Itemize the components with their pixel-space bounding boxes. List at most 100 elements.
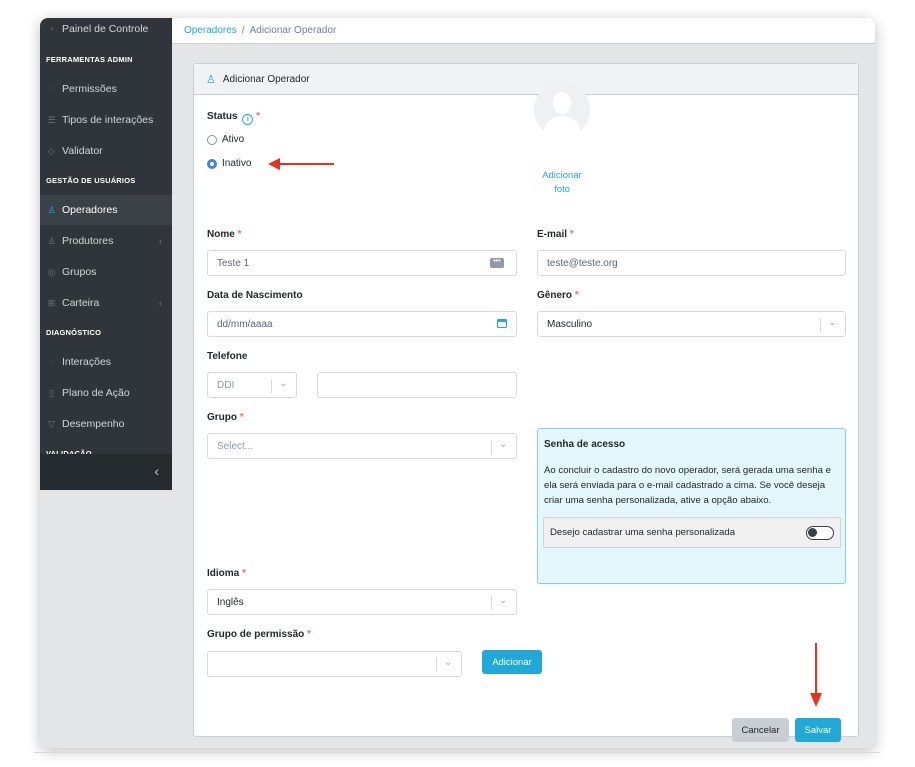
nascimento-label: Data de Nascimento [207,290,303,301]
sidebar-item-label: Produtores [62,235,114,247]
select-divider [491,440,492,454]
dashboard-icon: ◔ [48,24,55,34]
chevron-left-icon: ‹ [159,236,162,246]
ddi-value: DDI [217,379,235,391]
sidebar-item-label: Interações [62,356,112,368]
sidebar-item-operadores[interactable]: ♙ Operadores [40,195,172,225]
sidebar: ◔ Painel de Controle FERRAMENTAS ADMIN ◌… [40,18,172,490]
select-divider [271,379,272,393]
thumbs-up-icon: ◇ [48,145,55,156]
chevron-down-icon: ⌄ [279,378,288,389]
sidebar-item-carteira[interactable]: ⊞ Carteira ‹ [40,288,172,318]
status-inativo-radio[interactable] [207,159,217,169]
annotation-arrow-left [268,158,334,170]
chevron-down-icon: ⌄ [444,657,453,668]
sidebar-item-interacoes[interactable]: ◌ Interações [40,347,172,377]
annotation-arrow-down [810,643,822,707]
calendar-icon[interactable] [497,319,507,328]
email-value: teste@teste.org [547,257,618,269]
nome-label: Nome * [207,229,242,240]
email-input[interactable]: teste@teste.org [537,250,846,276]
custom-password-toggle[interactable] [806,526,834,540]
app-window: ◔ Painel de Controle FERRAMENTAS ADMIN ◌… [40,18,875,748]
sidebar-item-produtores[interactable]: ♙ Produtores ‹ [40,226,172,256]
sidebar-item-validator[interactable]: ◇ Validator [40,136,172,166]
sidebar-item-desempenho[interactable]: ▽ Desempenho [40,409,172,439]
grupo-label: Grupo * [207,412,244,423]
info-icon[interactable]: i [242,114,254,125]
chevron-down-icon: ⌄ [499,595,508,606]
toggle-knob [808,528,817,537]
breadcrumb-separator: / [241,25,245,36]
breadcrumb: Operadores / Adicionar Operador [172,18,875,44]
add-permission-group-button[interactable]: Adicionar [482,650,542,674]
select-divider [436,658,437,672]
card-title: Adicionar Operador [222,73,310,85]
status-ativo-label: Ativo [222,134,245,145]
sidebar-item-label: Grupos [62,266,97,278]
cancel-button[interactable]: Cancelar [732,718,789,742]
breadcrumb-current: Adicionar Operador [249,25,337,36]
users-icon: ♙ [47,235,56,246]
nascimento-placeholder: dd/mm/aaaa [217,318,273,330]
save-button[interactable]: Salvar [795,718,841,742]
nascimento-input[interactable]: dd/mm/aaaa [207,311,517,337]
telefone-input[interactable] [317,372,517,398]
custom-password-label: Desejo cadastrar uma senha personalizada [550,527,736,538]
idioma-select[interactable]: Inglês ⌄ [207,589,517,615]
grupo-permissao-select[interactable]: ⌄ [207,651,462,677]
grupo-placeholder: Select... [217,440,254,452]
sidebar-item-label: Tipos de interações [62,114,154,126]
chevron-down-icon: ⌄ [828,317,837,328]
breadcrumb-link-operadores[interactable]: Operadores [184,25,237,36]
sitemap-icon: ⊞ [47,297,56,308]
card-header: ♙ Adicionar Operador [194,64,858,95]
nome-input[interactable]: Teste 1 ••• [207,250,517,276]
genero-select[interactable]: Masculino ⌄ [537,311,846,337]
sidebar-footer: ‹ [40,454,172,490]
chevron-down-icon: ⌄ [499,439,508,450]
sidebar-item-grupos[interactable]: ◎ Grupos [40,257,172,287]
check-circle-icon: ◌ [48,84,55,94]
sidebar-item-plano-acao[interactable]: ▯ Plano de Ação [40,378,172,408]
nome-value: Teste 1 [217,257,250,269]
sidebar-item-label: Plano de Ação [62,387,130,399]
genero-value: Masculino [547,318,593,330]
email-label: E-mail * [537,229,574,240]
trophy-icon: ▽ [48,418,55,429]
add-photo-link-line1[interactable]: Adicionar [532,170,592,181]
add-operator-card: ♙ Adicionar Operador Status i * Ativo In… [193,63,859,742]
password-box-title: Senha de acesso [544,439,626,450]
list-icon: ☰ [47,114,56,125]
chat-icon: ◌ [48,357,55,367]
sidebar-item-label: Painel de Controle [62,23,149,35]
ddi-select[interactable]: DDI ⌄ [207,372,297,398]
sidebar-item-label: Desempenho [62,418,125,430]
password-box-text: Ao concluir o cadastro do novo operador,… [544,465,831,506]
page-divider [34,752,880,753]
sidebar-item-tipos-interacoes[interactable]: ☰ Tipos de interações [40,105,172,135]
telefone-label: Telefone [207,351,248,362]
add-photo-link-line2[interactable]: foto [532,184,592,195]
sidebar-item-label: Permissões [62,83,117,95]
password-info-box: Senha de acesso Ao concluir o cadastro d… [537,428,846,584]
idioma-label: Idioma * [207,568,246,579]
status-ativo-radio[interactable] [207,135,217,145]
sidebar-collapse-icon[interactable]: ‹ [154,463,159,479]
sidebar-section-title: DIAGNÓSTICO [46,328,102,337]
sidebar-item-label: Operadores [62,204,118,216]
grupo-permissao-label: Grupo de permissão * [207,629,311,640]
avatar [534,82,590,138]
select-divider [820,318,821,332]
select-divider [491,596,492,610]
avatar-head [553,92,571,114]
sidebar-section-title: FERRAMENTAS ADMIN [46,55,133,64]
status-inativo-label: Inativo [222,158,252,169]
more-icon[interactable]: ••• [490,258,504,268]
sidebar-section-title: GESTÃO DE USUÁRIOS [46,176,136,185]
avatar-body [544,116,580,138]
custom-password-row: Desejo cadastrar uma senha personalizada [543,517,841,548]
sidebar-item-painel[interactable]: ◔ Painel de Controle [40,18,172,44]
grupo-select[interactable]: Select... ⌄ [207,433,517,459]
sidebar-item-permissoes[interactable]: ◌ Permissões [40,74,172,104]
